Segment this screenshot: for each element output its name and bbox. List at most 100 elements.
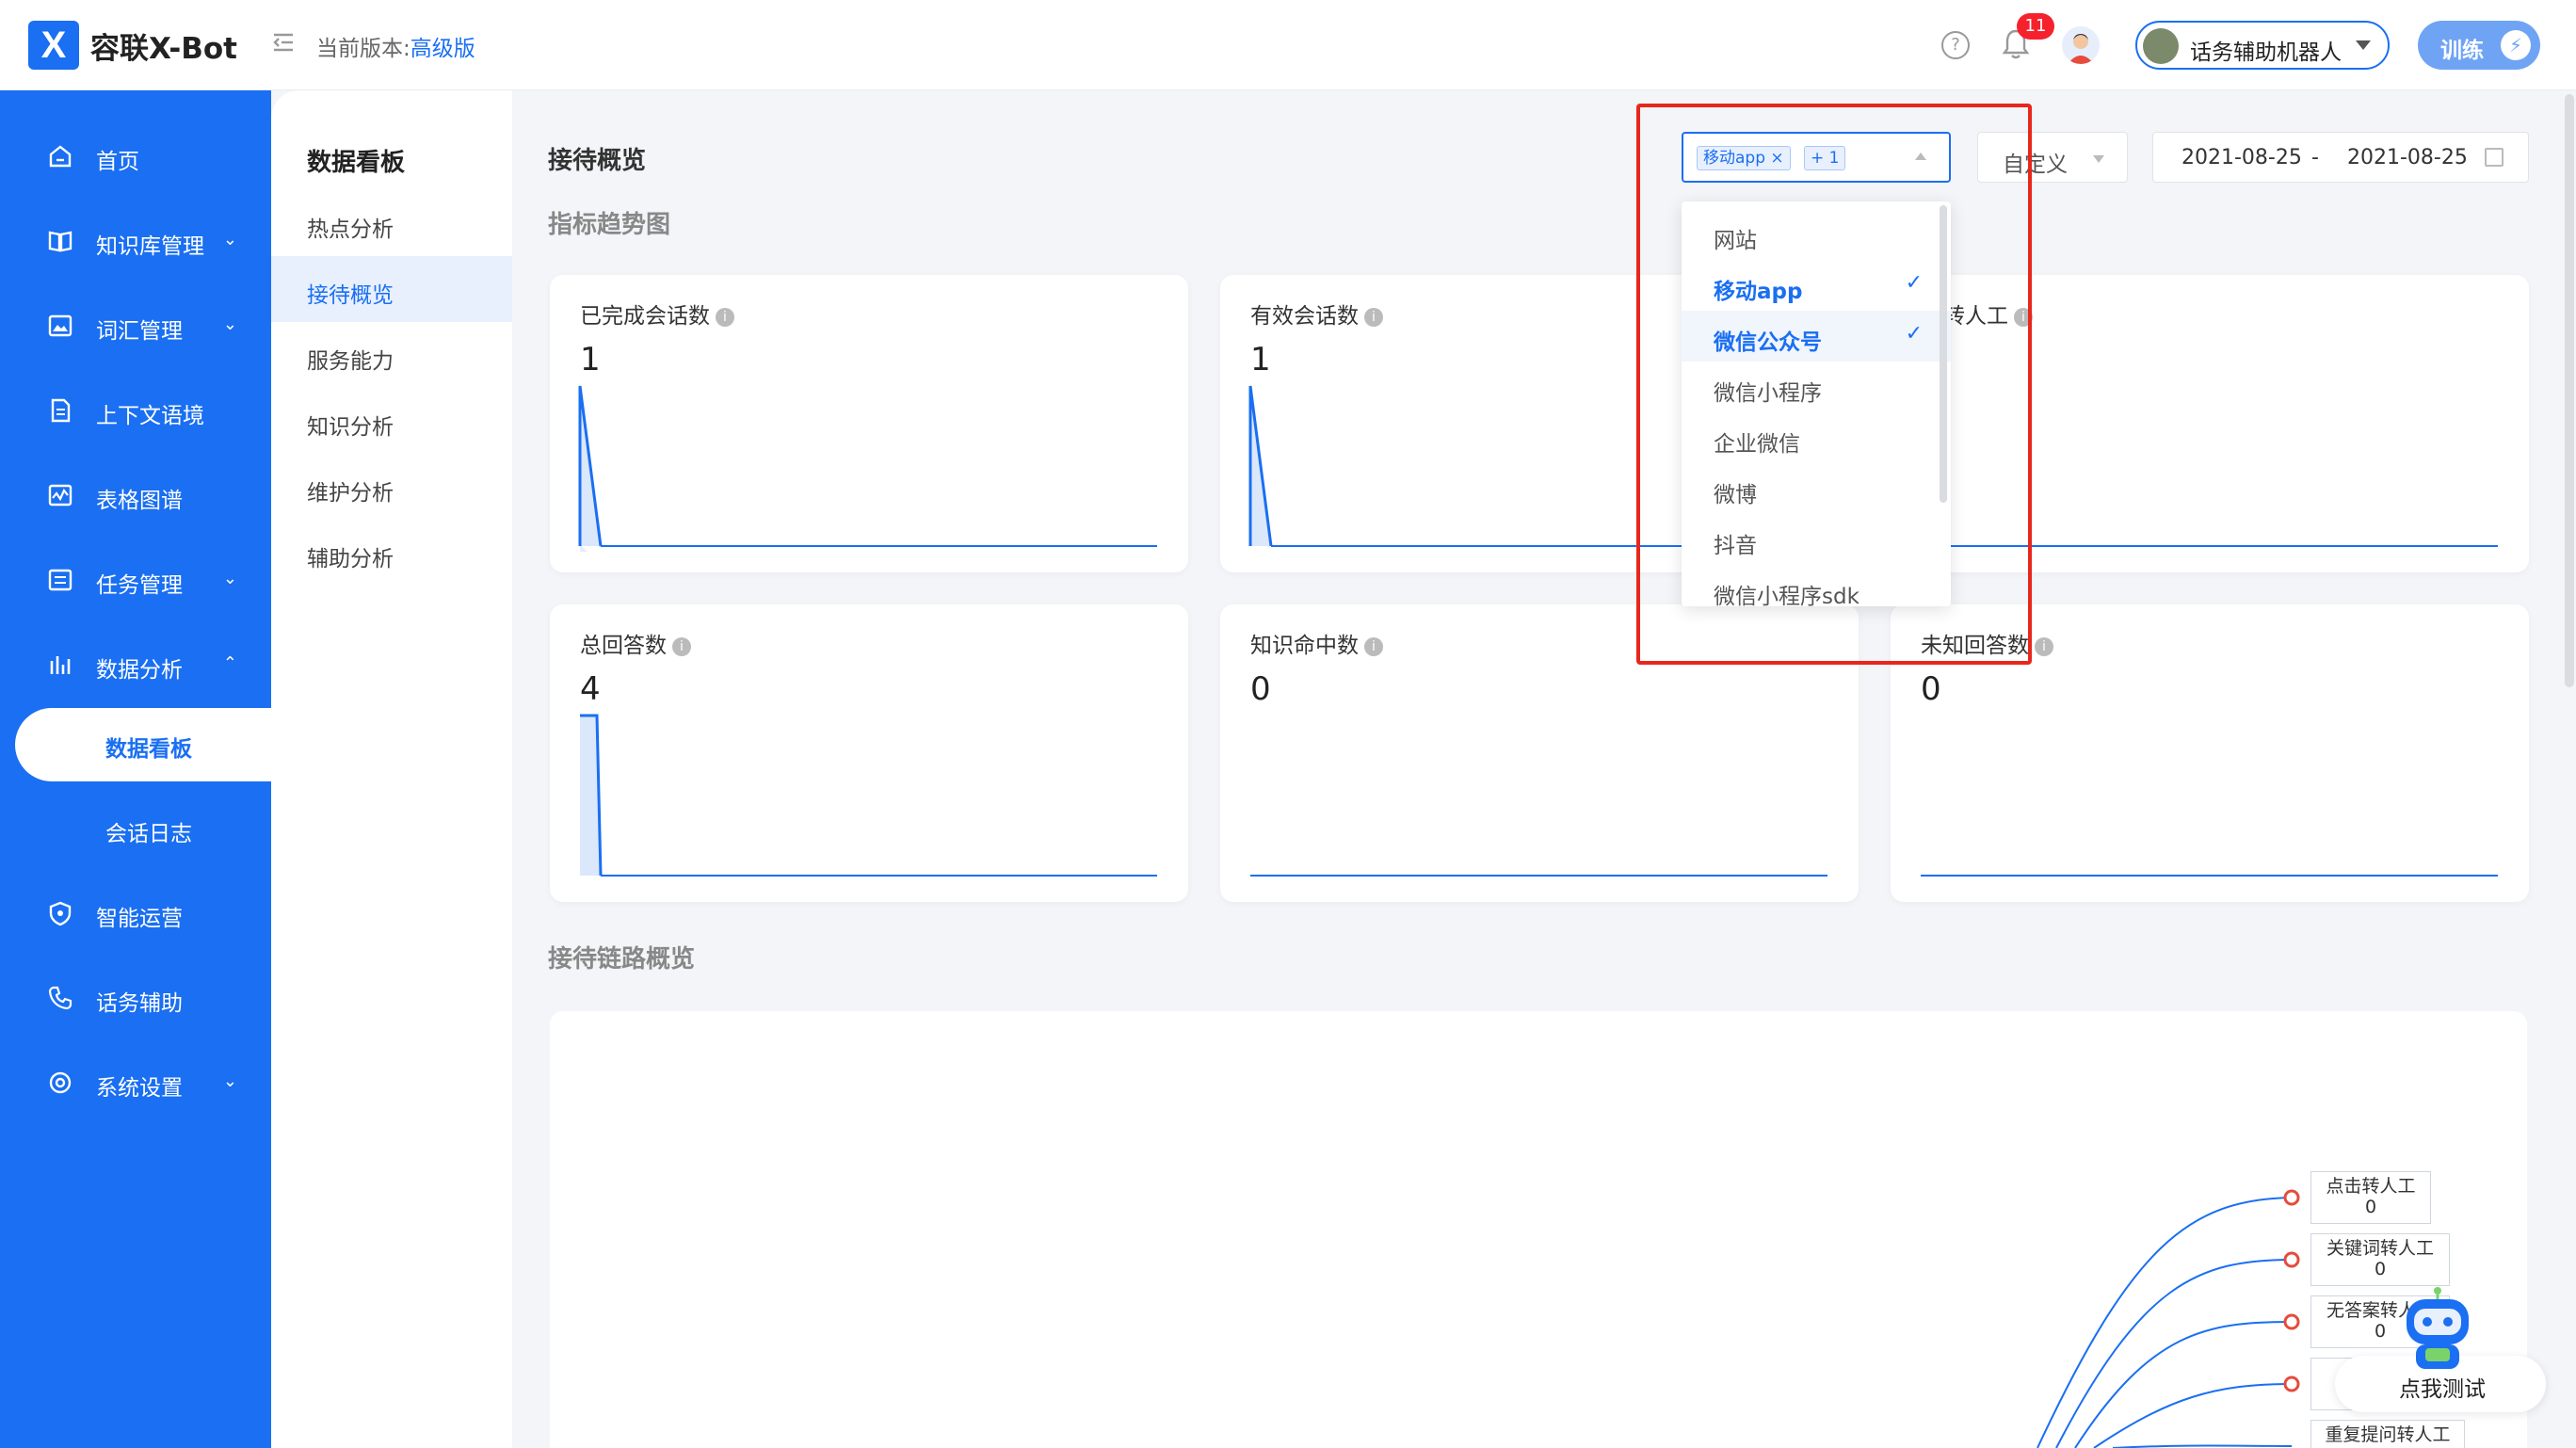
metric-value: 0 <box>1250 670 1271 708</box>
help-icon[interactable]: ? <box>1941 31 1970 59</box>
metric-title: 知识命中数 i <box>1250 627 1383 659</box>
flow-node-value: 0 <box>2364 1197 2377 1217</box>
sidebar-item-label: 话务辅助 <box>96 991 183 1016</box>
sub-navigation: 数据看板 热点分析 接待概览 服务能力 知识分析 维护分析 辅助分析 <box>271 90 512 1448</box>
metric-title-text: 知识命中数 <box>1250 634 1359 658</box>
subnav-title: 数据看板 <box>307 149 406 177</box>
flow-node[interactable]: 重复提问转人工 <box>2310 1420 2465 1448</box>
version-value[interactable]: 高级版 <box>411 37 475 61</box>
date-from[interactable]: 2021-08-25 <box>2182 146 2302 169</box>
chart-icon <box>48 484 72 507</box>
sparkline-chart <box>580 714 1157 877</box>
info-icon[interactable]: i <box>1364 308 1383 327</box>
sidebar-item-context[interactable]: 上下文语境 <box>0 382 271 439</box>
trend-section-title: 指标趋势图 <box>548 211 671 239</box>
highlight-box <box>1636 104 2032 665</box>
home-icon <box>49 145 72 168</box>
document-icon <box>51 398 71 423</box>
sidebar-item-label: 智能运营 <box>96 907 183 931</box>
robot-name: 话务辅助机器人 <box>2190 40 2342 65</box>
info-icon[interactable]: i <box>1364 637 1383 656</box>
sidebar-item-label: 上下文语境 <box>96 404 204 428</box>
date-to[interactable]: 2021-08-25 <box>2347 146 2468 169</box>
subnav-item-label: 知识分析 <box>307 415 394 440</box>
robot-avatar <box>2143 28 2179 64</box>
metric-title-text: 总回答数 <box>580 634 667 658</box>
version-info: 当前版本:高级版 <box>316 30 475 62</box>
flow-node-label: 关键词转人工 <box>2326 1238 2434 1259</box>
info-icon[interactable]: i <box>672 637 691 656</box>
sidebar-item-label: 任务管理 <box>96 573 183 598</box>
subnav-item-reception-overview[interactable]: 接待概览 <box>271 256 512 322</box>
sidebar: 首页 知识库管理 ⌄ 词汇管理 ⌄ 上下文语境 表格图谱 任务管理 ⌄ 数据分析… <box>0 90 271 1448</box>
metric-title: 已完成会话数 i <box>580 298 734 330</box>
subnav-item-label: 辅助分析 <box>307 547 394 571</box>
sidebar-item-smart-ops[interactable]: 智能运营 <box>0 885 271 941</box>
sidebar-item-settings[interactable]: 系统设置 ⌄ <box>0 1054 271 1111</box>
date-range-picker[interactable]: 2021-08-25 - 2021-08-25 <box>2152 132 2529 183</box>
caret-down-icon <box>2356 40 2371 50</box>
metric-title-text: 已完成会话数 <box>580 304 710 329</box>
sidebar-item-label: 数据分析 <box>96 658 183 683</box>
subnav-item-service-capability[interactable]: 服务能力 <box>271 322 512 388</box>
sidebar-item-label: 知识库管理 <box>96 234 204 259</box>
flow-node-label: 重复提问转人工 <box>2325 1424 2451 1445</box>
metric-card: 总回答数 i 4 <box>550 604 1188 902</box>
metric-title: 总回答数 i <box>580 627 691 659</box>
flow-node[interactable]: 点击转人工 0 <box>2310 1171 2431 1224</box>
sidebar-item-call-assist[interactable]: 话务辅助 <box>0 970 271 1026</box>
sidebar-item-vocabulary[interactable]: 词汇管理 ⌄ <box>0 298 271 354</box>
caret-down-icon <box>2093 155 2104 163</box>
sidebar-item-dashboard[interactable]: 数据看板 <box>15 708 271 781</box>
logo-icon: X <box>28 21 79 70</box>
chevron-down-icon: ⌄ <box>222 314 237 334</box>
sidebar-item-data-analysis[interactable]: 数据分析 ⌃ <box>0 636 271 693</box>
image-icon <box>48 314 72 337</box>
chevron-down-icon: ⌄ <box>222 1071 237 1091</box>
metric-value: 4 <box>580 670 601 708</box>
subnav-item-hotspot[interactable]: 热点分析 <box>271 190 512 256</box>
robot-icon[interactable] <box>2397 1286 2478 1376</box>
sidebar-item-session-log[interactable]: 会话日志 <box>15 793 271 866</box>
subnav-item-knowledge-analysis[interactable]: 知识分析 <box>271 388 512 454</box>
sparkline-chart <box>1250 875 1827 877</box>
flow-node-value: 0 <box>2374 1321 2387 1342</box>
link-section-title: 接待链路概览 <box>548 945 696 973</box>
flow-node-label: 点击转人工 <box>2326 1176 2416 1197</box>
metric-title-text: 有效会话数 <box>1250 304 1359 329</box>
menu-collapse-icon[interactable] <box>271 30 296 55</box>
sidebar-item-knowledge[interactable]: 知识库管理 ⌄ <box>0 213 271 269</box>
train-button[interactable]: 训练 ⚡ <box>2418 21 2540 70</box>
flow-node[interactable]: 关键词转人工 0 <box>2310 1233 2450 1286</box>
subnav-item-label: 服务能力 <box>307 349 394 374</box>
flow-node-value: 0 <box>2374 1259 2387 1279</box>
metric-value: 1 <box>580 341 601 378</box>
sidebar-item-label: 系统设置 <box>96 1076 183 1101</box>
book-icon <box>48 231 72 252</box>
train-label: 训练 <box>2440 39 2484 63</box>
shield-icon <box>49 901 72 926</box>
sidebar-item-tasks[interactable]: 任务管理 ⌄ <box>0 552 271 608</box>
metric-title: 有效会话数 i <box>1250 298 1383 330</box>
metric-value: 0 <box>1921 670 1941 708</box>
metric-card: 已完成会话数 i 1 <box>550 275 1188 572</box>
top-bar: X 容联X-Bot 当前版本:高级版 ? 11 话务辅助机器人 训练 ⚡ <box>0 0 2576 90</box>
lightning-icon: ⚡ <box>2501 30 2531 60</box>
sidebar-item-home[interactable]: 首页 <box>0 128 271 185</box>
app-name: 容联X-Bot <box>90 32 237 66</box>
sidebar-item-table-graph[interactable]: 表格图谱 <box>0 467 271 523</box>
info-icon[interactable]: i <box>716 308 734 327</box>
page-scrollbar[interactable] <box>2565 94 2574 687</box>
subnav-item-maintenance-analysis[interactable]: 维护分析 <box>271 454 512 520</box>
info-icon[interactable]: i <box>2035 637 2053 656</box>
sparkline-chart <box>578 385 1157 552</box>
chevron-up-icon: ⌃ <box>222 653 237 673</box>
robot-selector[interactable]: 话务辅助机器人 <box>2135 21 2390 70</box>
calendar-icon <box>2485 148 2504 167</box>
sidebar-item-label: 词汇管理 <box>96 319 183 344</box>
version-label: 当前版本: <box>316 37 411 61</box>
task-list-icon <box>48 569 72 591</box>
user-avatar[interactable] <box>2062 26 2100 64</box>
subnav-item-assist-analysis[interactable]: 辅助分析 <box>271 520 512 586</box>
phone-icon <box>48 986 72 1010</box>
